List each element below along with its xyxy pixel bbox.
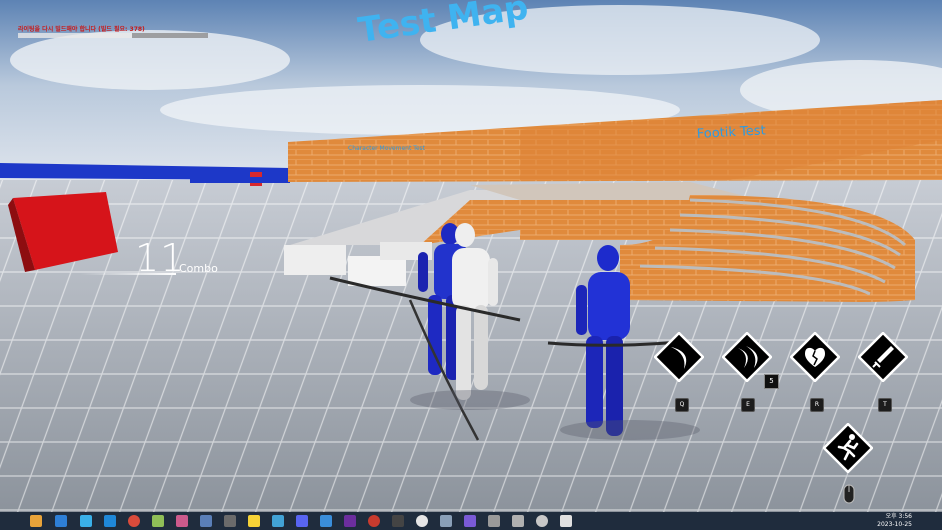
cloud: [10, 30, 290, 90]
clock-date: 2023-10-25: [877, 521, 912, 528]
app-icon[interactable]: [368, 515, 380, 527]
skill-r[interactable]: [789, 331, 841, 383]
unreal-engine-icon[interactable]: [416, 515, 428, 527]
edge-icon[interactable]: [55, 515, 67, 527]
app-icon[interactable]: [200, 515, 212, 527]
app-icon[interactable]: [272, 515, 284, 527]
store-icon[interactable]: [104, 515, 116, 527]
app-icon[interactable]: [440, 515, 452, 527]
skill-q[interactable]: [653, 331, 705, 383]
debug-progress-bar: [18, 33, 208, 38]
skill-t[interactable]: [857, 331, 909, 383]
skill-dash[interactable]: [822, 422, 874, 474]
platform-front: [520, 200, 690, 240]
skill-t-key: T: [878, 398, 892, 412]
clock-time: 오후 3:56: [885, 513, 912, 520]
broken-heart-icon: [789, 331, 841, 383]
app-icon[interactable]: [464, 515, 476, 527]
app-icon[interactable]: [512, 515, 524, 527]
combo-underline: [80, 273, 176, 275]
file-explorer-icon[interactable]: [30, 515, 42, 527]
mouse-icon: [843, 484, 855, 504]
skill-q-key: Q: [675, 398, 689, 412]
browser-icon[interactable]: [80, 515, 92, 527]
white-cube: [284, 245, 346, 275]
combo-label: Combo: [179, 262, 218, 275]
running-man-icon: [822, 422, 874, 474]
app-icon[interactable]: [560, 515, 572, 527]
lighting-rebuild-warning: 라이팅을 다시 빌드해야 합니다 (빌드 필요: 378): [18, 26, 145, 33]
app-icon[interactable]: [392, 515, 404, 527]
white-cube: [348, 256, 406, 286]
small-wall-sign: Character Movement Test: [348, 145, 426, 152]
discord-icon[interactable]: [296, 515, 308, 527]
sword-stab-icon: [857, 331, 909, 383]
app-icon[interactable]: [320, 515, 332, 527]
kakaotalk-icon[interactable]: [248, 515, 260, 527]
skill-e-key: E: [741, 398, 755, 412]
shadow: [410, 390, 530, 410]
system-clock[interactable]: 오후 3:56 2023-10-25: [877, 513, 912, 529]
windows-taskbar: 오후 3:56 2023-10-25: [0, 512, 942, 530]
app-icon[interactable]: [488, 515, 500, 527]
shadow: [560, 420, 700, 440]
app-icon[interactable]: [176, 515, 188, 527]
skill-e-charge-count: 5: [764, 374, 779, 389]
crescent-slash-icon: [653, 331, 705, 383]
rider-icon[interactable]: [344, 515, 356, 527]
blue-wall-far: [190, 177, 290, 183]
app-icon[interactable]: [152, 515, 164, 527]
app-icon[interactable]: [536, 515, 548, 527]
app-icon[interactable]: [224, 515, 236, 527]
skill-r-key: R: [810, 398, 824, 412]
chrome-icon[interactable]: [128, 515, 140, 527]
